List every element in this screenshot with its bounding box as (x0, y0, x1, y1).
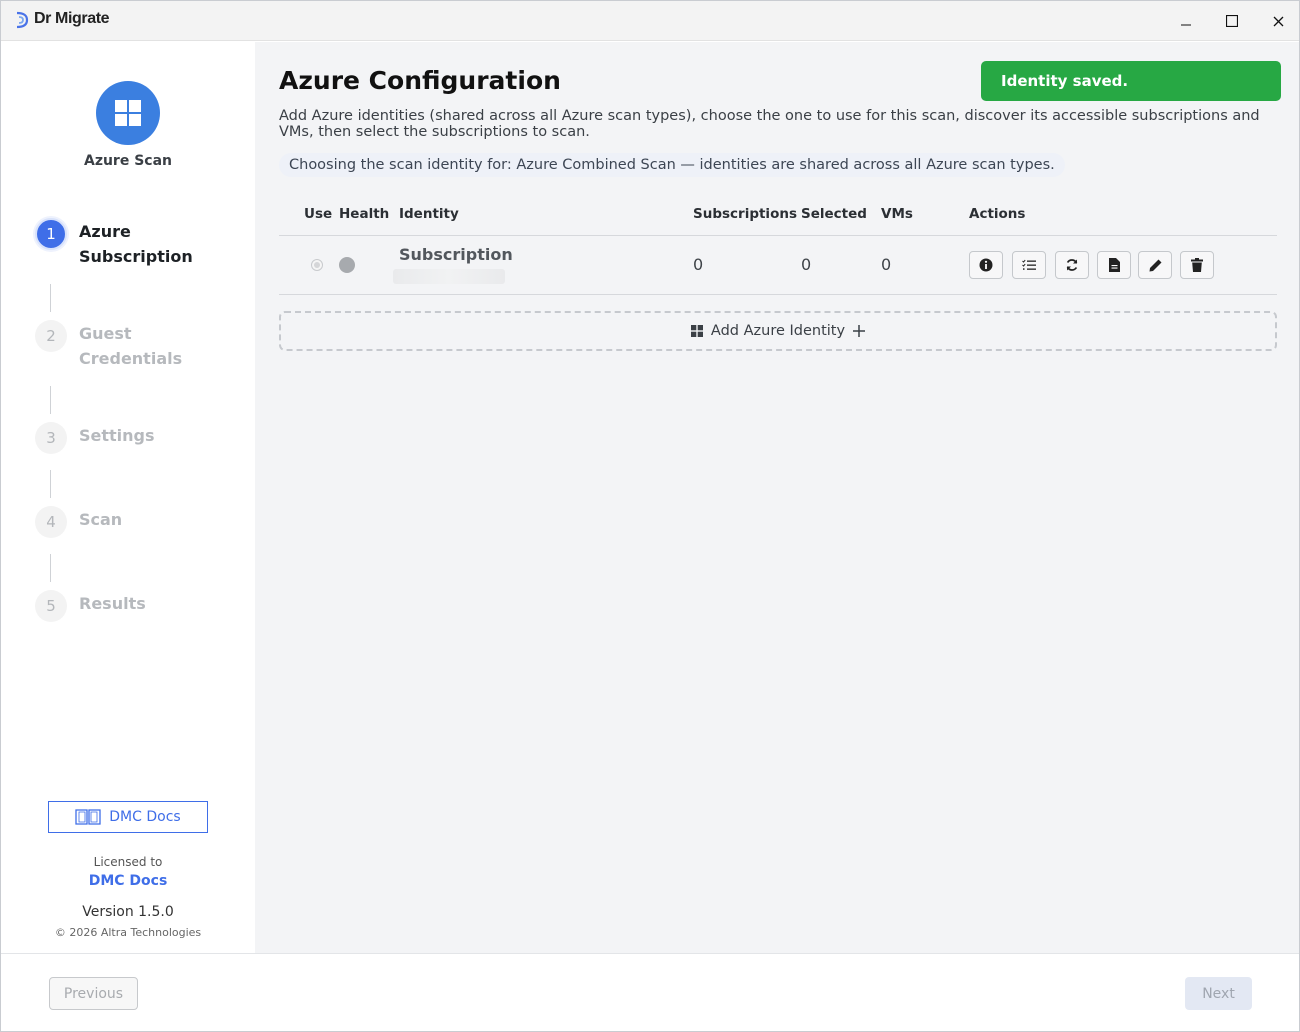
dmc-docs-button[interactable]: DMC Docs (48, 801, 208, 833)
subscriptions-count: 0 (693, 255, 704, 274)
page-title: Azure Configuration (279, 66, 561, 95)
add-azure-identity-button[interactable]: Add Azure Identity (279, 311, 1277, 351)
close-icon (1273, 16, 1283, 26)
step-5-label[interactable]: Results (79, 591, 146, 616)
col-header-subscriptions: Subscriptions (693, 206, 797, 222)
page-description: Add Azure identities (shared across all … (279, 108, 1260, 140)
main-content: Azure Configuration Identity saved. Add … (255, 42, 1299, 953)
select-subscriptions-button[interactable] (1012, 251, 1046, 279)
step-2-label-line1: Guest (79, 324, 132, 343)
vms-count: 0 (881, 255, 892, 274)
step-3-number: 3 (35, 422, 67, 454)
step-connector (50, 470, 51, 498)
plus-icon (853, 325, 866, 337)
checklist-icon (1022, 259, 1036, 270)
scan-type-label: Azure Scan (83, 153, 173, 169)
step-2-label-line2: Credentials (79, 349, 183, 368)
next-button[interactable]: Next (1185, 977, 1252, 1010)
refresh-icon (1066, 259, 1078, 271)
step-2-number: 2 (35, 320, 67, 352)
previous-button[interactable]: Previous (49, 977, 138, 1010)
identity-name: Subscription (399, 245, 513, 264)
app-title: Dr Migrate (34, 10, 110, 27)
step-2-label[interactable]: Guest Credentials (79, 321, 182, 371)
step-4-number: 4 (35, 506, 67, 538)
dmc-docs-label: DMC Docs (109, 809, 181, 825)
minimize-icon (1181, 24, 1191, 26)
wizard-footer: Previous Next (1, 953, 1299, 1031)
step-3-label[interactable]: Settings (79, 423, 155, 448)
close-button[interactable] (1255, 1, 1300, 41)
version-label: Version 1.5.0 (82, 904, 174, 920)
info-icon (979, 258, 993, 272)
trash-icon (1191, 258, 1203, 272)
step-connector (50, 284, 51, 312)
health-status-indicator (339, 257, 355, 273)
maximize-icon (1226, 15, 1238, 27)
delete-identity-button[interactable] (1180, 251, 1214, 279)
title-bar: Dr Migrate (1, 1, 1299, 41)
col-header-actions: Actions (969, 206, 1026, 222)
edit-identity-button[interactable] (1138, 251, 1172, 279)
book-icon (75, 809, 101, 825)
col-header-health: Health (339, 206, 390, 222)
copyright-label: © 2026 Altra Technologies (54, 926, 202, 939)
info-button[interactable] (969, 251, 1003, 279)
step-connector (50, 386, 51, 414)
step-1-number: 1 (35, 218, 67, 250)
step-4-label[interactable]: Scan (79, 507, 122, 532)
col-header-identity: Identity (399, 206, 459, 222)
document-icon (1108, 258, 1120, 272)
table-header-divider (279, 235, 1277, 236)
wizard-sidebar: Azure Scan 1 Azure Subscription 2 Guest … (1, 42, 255, 953)
edit-icon (1149, 259, 1161, 271)
add-azure-identity-label: Add Azure Identity (710, 323, 846, 339)
windows-grid-icon (690, 325, 703, 337)
licensee-name: DMC Docs (88, 873, 168, 889)
col-header-selected: Selected (801, 206, 867, 222)
dr-migrate-logo-icon (16, 11, 29, 29)
step-1-label-line1: Azure (79, 222, 131, 241)
view-details-button[interactable] (1097, 251, 1131, 279)
step-connector (50, 554, 51, 582)
col-header-vms: VMs (881, 206, 913, 222)
windows-grid-icon (115, 100, 141, 126)
selected-count: 0 (801, 255, 812, 274)
step-1-label[interactable]: Azure Subscription (79, 219, 193, 269)
scan-identity-hint: Choosing the scan identity for: Azure Co… (279, 153, 1065, 177)
licensed-label: Licensed to (93, 855, 163, 869)
maximize-button[interactable] (1209, 1, 1255, 41)
azure-scan-badge (96, 81, 160, 145)
step-5-number: 5 (35, 590, 67, 622)
table-row-divider (279, 294, 1277, 295)
app-window: Dr Migrate Azure Scan 1 Azure Subscripti… (0, 0, 1300, 1032)
step-1-label-line2: Subscription (79, 247, 193, 266)
refresh-discovery-button[interactable] (1055, 251, 1089, 279)
use-identity-radio[interactable] (311, 259, 323, 271)
col-header-use: Use (304, 206, 333, 222)
success-toast: Identity saved. (981, 61, 1281, 101)
minimize-button[interactable] (1163, 1, 1209, 41)
identity-subtext-redacted (393, 269, 505, 284)
